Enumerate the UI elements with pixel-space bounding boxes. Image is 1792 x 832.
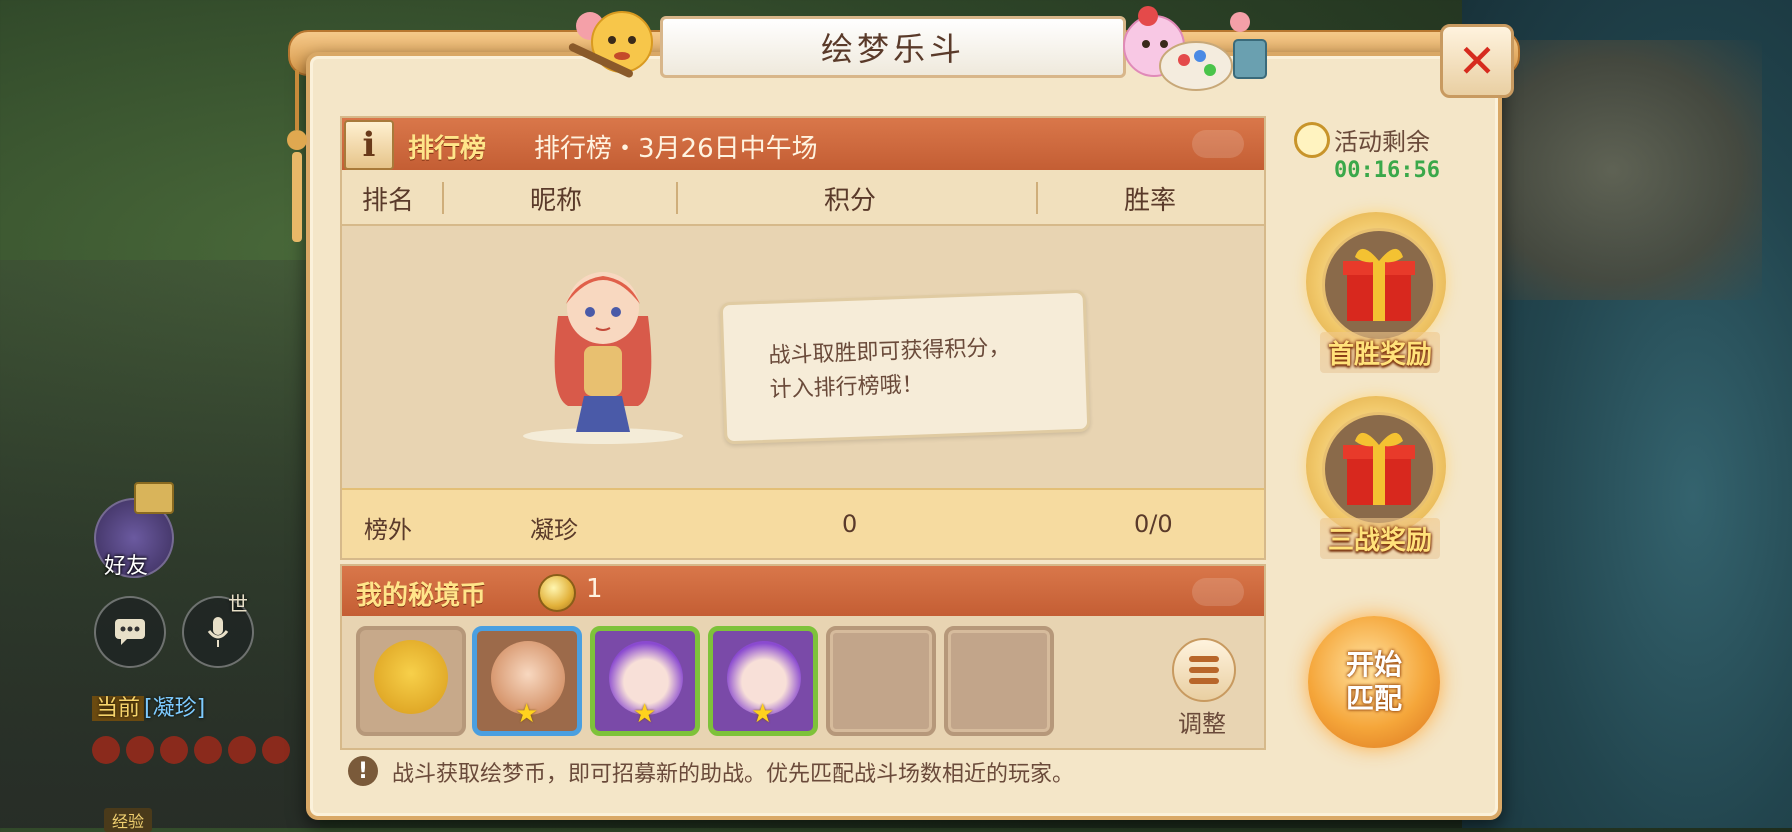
column-divider [676, 182, 678, 214]
first-win-reward-button[interactable] [1306, 212, 1446, 352]
my-nickname: 凝珍 [530, 516, 578, 544]
my-score: 0 [842, 510, 858, 538]
ranking-board: i 排行榜 排行榜・3月26日中午场 排名 昵称 积分 胜率 战斗取胜即可获得积… [340, 116, 1266, 560]
mail-icon[interactable] [134, 482, 174, 514]
chat-icon [115, 619, 145, 645]
timer-value: 00:16:56 [1334, 158, 1440, 183]
adjust-icon [1189, 656, 1219, 662]
chat-sender-name[interactable]: [凝珍] [144, 696, 205, 721]
ranking-subtitle: 排行榜・3月26日中午场 [534, 134, 818, 164]
chat-bubble-button[interactable] [94, 596, 166, 668]
adjust-button[interactable] [1172, 638, 1236, 702]
close-button[interactable]: ✕ [1440, 24, 1514, 98]
emoji-icon [92, 736, 120, 764]
close-icon: ✕ [1457, 34, 1497, 88]
three-battle-reward-button[interactable] [1306, 396, 1446, 536]
ranking-header: i 排行榜 排行榜・3月26日中午场 [342, 118, 1264, 170]
tassel-ornament [287, 70, 307, 242]
star-icon: ★ [751, 699, 775, 729]
hint-text: 战斗取胜即可获得积分， 计入排行榜哦！ [768, 335, 1011, 403]
column-score: 积分 [824, 186, 877, 216]
secret-coin-panel: 我的秘境币 1 ★ ★ ★ 调整 [340, 564, 1266, 750]
star-icon: ★ [633, 699, 657, 729]
star-icon: ★ [515, 699, 539, 729]
my-ranking-row: 榜外 凝珍 0 0/0 [342, 488, 1264, 558]
column-win-rate: 胜率 [1124, 186, 1177, 216]
coin-count: 1 [586, 574, 603, 604]
coin-icon [538, 574, 576, 612]
adjust-label: 调整 [1178, 710, 1226, 738]
chat-line[interactable]: 当前 [凝珍] [92, 690, 205, 722]
helper-portrait [374, 640, 448, 714]
start-match-label: 开始 匹配 [1345, 648, 1402, 715]
exp-label: 经验 [104, 808, 153, 832]
chat-emoji-row [92, 736, 290, 764]
palette-decoration-icon [1123, 6, 1267, 91]
coin-title: 我的秘境币 [356, 581, 487, 611]
helper-slot-4[interactable]: ★ [708, 626, 818, 736]
three-battle-reward-label: 三战奖励 [1320, 518, 1441, 559]
ranking-tab-label: 排行榜 [408, 134, 487, 164]
emoji-icon [228, 736, 256, 764]
emoji-icon [194, 736, 222, 764]
mascot-girl-icon [523, 272, 683, 444]
emoji-icon [262, 736, 290, 764]
ranking-column-headers: 排名 昵称 积分 胜率 [342, 170, 1264, 226]
hint-speech-bubble: 战斗取胜即可获得积分， 计入排行榜哦！ [719, 289, 1091, 445]
window-title: 绘梦乐斗 [820, 30, 965, 68]
column-rank: 排名 [362, 186, 415, 216]
alert-icon: ! [348, 756, 378, 786]
helper-slot-5[interactable] [826, 626, 936, 736]
coin-header: 我的秘境币 1 [342, 566, 1264, 616]
ranking-empty-state: 战斗取胜即可获得积分， 计入排行榜哦！ [342, 226, 1264, 484]
timer-icon [1294, 122, 1330, 158]
first-win-reward-label: 首胜奖励 [1320, 332, 1441, 373]
emoji-icon [126, 736, 154, 764]
helper-slot-1[interactable] [356, 626, 466, 736]
emoji-brush-decoration-icon [568, 11, 653, 78]
helper-slot-3[interactable]: ★ [590, 626, 700, 736]
my-rank: 榜外 [364, 516, 412, 544]
gift-icon [1343, 248, 1415, 321]
column-nickname: 昵称 [530, 186, 583, 216]
footer-tip: 战斗获取绘梦币，即可招募新的助战。优先匹配战斗场数相近的玩家。 [392, 762, 1075, 787]
helper-slot-2[interactable]: ★ [472, 626, 582, 736]
helper-slot-6[interactable] [944, 626, 1054, 736]
column-divider [1036, 182, 1038, 214]
friend-label: 好友 [104, 554, 149, 579]
timer-label: 活动剩余 [1334, 128, 1430, 156]
cloud-decoration-icon [1192, 130, 1244, 158]
chat-channel-tag: 当前 [92, 696, 145, 721]
emoji-icon [160, 736, 188, 764]
cloud-decoration-icon [1192, 578, 1244, 606]
column-divider [442, 182, 444, 214]
title-plate: 绘梦乐斗 [660, 16, 1126, 78]
start-match-button[interactable]: 开始 匹配 [1308, 616, 1440, 748]
world-channel-label: 世 [228, 592, 248, 616]
info-icon: i [362, 125, 376, 165]
info-button[interactable]: i [344, 120, 394, 170]
my-win-rate: 0/0 [1134, 510, 1173, 538]
gift-icon [1343, 432, 1415, 505]
microphone-icon [207, 617, 229, 647]
